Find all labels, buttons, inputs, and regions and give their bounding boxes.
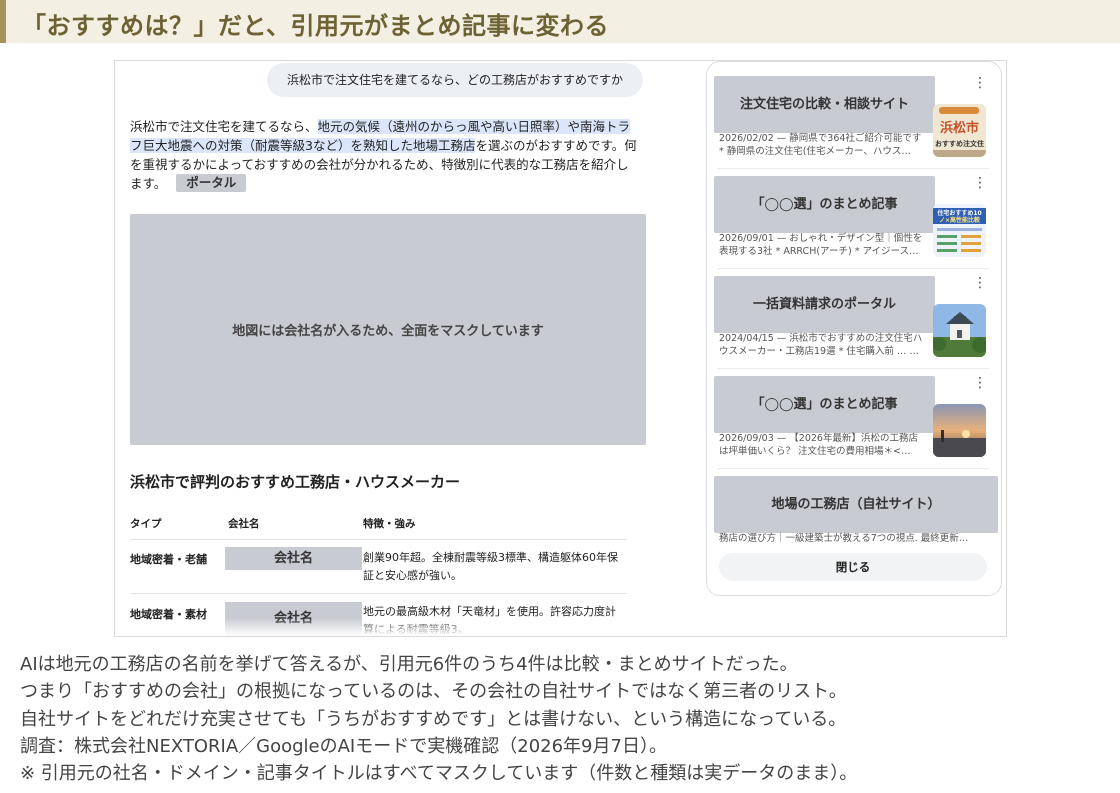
answer-intro: 浜松市で注文住宅を建てるなら、 xyxy=(130,119,318,134)
column-header-company: 会社名 xyxy=(228,518,260,530)
user-query-bubble: 浜松市で注文住宅を建てるなら、どの工務店がおすすめですか xyxy=(267,63,643,97)
fade-overlay xyxy=(115,618,675,636)
caption-line: つまり「おすすめの会社」の根拠になっているのは、その会社の自社サイトではなく第三… xyxy=(20,681,847,703)
slide-caption: AIは地元の工務店の名前を挙げて答えるが、引用元6件のうち4件は比較・まとめサイ… xyxy=(20,651,1110,787)
cell-type: 地域密着・老舗 xyxy=(130,553,207,566)
thumb-text-main: 住宅おすすめ10 xyxy=(937,209,981,217)
source-card[interactable]: 注文住宅の比較・相談サイト 2026/02/02 — 静岡県で364社ご紹介可能… xyxy=(707,62,1001,162)
thumb-text-sub: おすすめ注文住 xyxy=(935,139,984,148)
thumb-text-main: 浜松市 xyxy=(940,120,979,136)
more-options-icon[interactable]: ⋮ xyxy=(973,76,987,90)
row-divider xyxy=(130,539,627,540)
column-header-feature: 特徴・強み xyxy=(363,518,416,530)
source-title-mask[interactable]: 地場の工務店（自社サイト） xyxy=(714,476,998,533)
slide-title: 「おすすめは？」だと、引用元がまとめ記事に変わる xyxy=(22,12,610,40)
ai-mode-screenshot: 浜松市で注文住宅を建てるなら、どの工務店がおすすめですか 浜松市で注文住宅を建て… xyxy=(114,60,1007,637)
source-title-mask[interactable]: 注文住宅の比較・相談サイト xyxy=(714,76,935,133)
source-thumbnail xyxy=(933,404,986,457)
source-thumbnail: 浜松市 おすすめ注文住 xyxy=(933,104,986,157)
source-snippet: 2026/02/02 — 静岡県で364社ご紹介可能です * 静岡県の注文住宅(… xyxy=(719,133,922,157)
caption-line: ※ 引用元の社名・ドメイン・記事タイトルはすべてマスクしています（件数と種類は実… xyxy=(20,763,858,785)
column-header-type: タイプ xyxy=(130,518,162,530)
source-card[interactable]: 地場の工務店（自社サイト） 務店の選び方｜一級建築士が教える7つの視点. 最終更… xyxy=(707,462,1001,562)
table-heading: 浜松市で評判のおすすめ工務店・ハウスメーカー xyxy=(130,473,461,491)
thumb-text-sub: ノ×高性能比較 xyxy=(939,216,981,224)
caption-line: 自社サイトをどれだけ充実させても「うちがおすすめです」とは書けない、という構造に… xyxy=(20,708,847,730)
more-options-icon[interactable]: ⋮ xyxy=(973,276,987,290)
source-card[interactable]: 一括資料請求のポータル 2024/04/15 — 浜松市でおすすめの注文住宅ハウ… xyxy=(707,262,1001,362)
more-options-icon[interactable]: ⋮ xyxy=(973,176,987,190)
more-options-icon[interactable]: ⋮ xyxy=(973,376,987,390)
source-thumbnail xyxy=(933,304,986,357)
slide-header: 「おすすめは？」だと、引用元がまとめ記事に変わる xyxy=(0,0,1120,43)
source-snippet: 2026/09/03 — 【2026年最新】浜松の工務店は坪単価いくら？ 注文住… xyxy=(719,433,918,457)
source-chip[interactable]: ポータル xyxy=(176,174,247,192)
source-snippet: 務店の選び方｜一級建築士が教える7つの視点. 最終更新… xyxy=(719,533,969,544)
cell-feature: 創業90年超。全棟耐震等級3標準、構造躯体60年保証と安心感が強い。 xyxy=(363,551,618,582)
map-mask: 地図には会社名が入るため、全面をマスクしています xyxy=(130,214,646,445)
caption-line: AIは地元の工務店の名前を挙げて答えるが、引用元6件のうち4件は比較・まとめサイ… xyxy=(20,654,798,675)
sources-panel: 注文住宅の比較・相談サイト 2026/02/02 — 静岡県で364社ご紹介可能… xyxy=(706,61,1002,596)
company-name-mask: 会社名 xyxy=(225,547,362,570)
map-mask-label: 地図には会社名が入るため、全面をマスクしています xyxy=(232,324,544,339)
header-accent-bar xyxy=(0,0,6,43)
source-card[interactable]: 「◯◯選」のまとめ記事 2026/09/01 — おしゃれ・デザイン型｜個性を表… xyxy=(707,162,1001,262)
source-thumbnail: 住宅おすすめ10 ノ×高性能比較 xyxy=(933,204,986,257)
source-snippet: 2024/04/15 — 浜松市でおすすめの注文住宅ハウスメーカー・工務店19選… xyxy=(719,333,923,357)
source-card[interactable]: 「◯◯選」のまとめ記事 2026/09/03 — 【2026年最新】浜松の工務店… xyxy=(707,362,1001,462)
ai-answer-paragraph: 浜松市で注文住宅を建てるなら、地元の気候（遠州のからっ風や高い日照率）や南海トラ… xyxy=(130,117,640,193)
source-snippet: 2026/09/01 — おしゃれ・デザイン型｜個性を表現する3社 * ARRC… xyxy=(719,233,923,257)
source-title-mask[interactable]: 「◯◯選」のまとめ記事 xyxy=(714,376,935,433)
source-title-mask[interactable]: 一括資料請求のポータル xyxy=(714,276,935,333)
source-title-mask[interactable]: 「◯◯選」のまとめ記事 xyxy=(714,176,935,233)
row-divider xyxy=(130,593,627,594)
caption-line: 調査：株式会社NEXTORIA／GoogleのAIモードで実機確認（2026年9… xyxy=(20,735,667,757)
close-button[interactable]: 閉じる xyxy=(719,553,987,581)
